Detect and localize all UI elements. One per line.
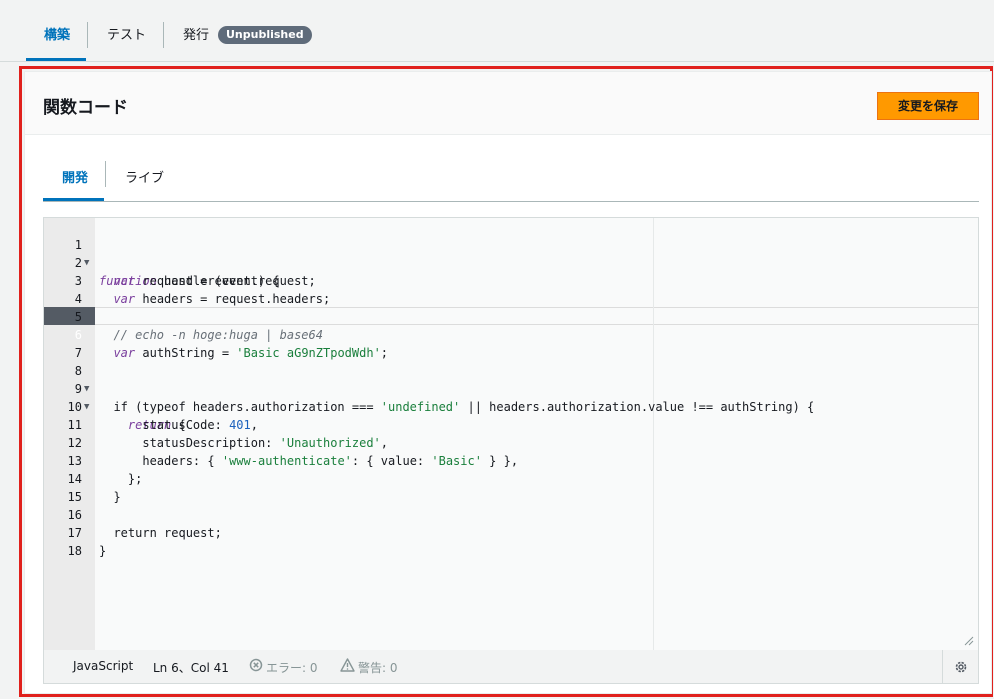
resize-grip-icon[interactable] [964, 636, 974, 646]
code-tab-bar: 開発 ライブ [43, 156, 979, 202]
code-line: 11 statusDescription: 'Unauthorized', [44, 398, 978, 450]
error-icon [249, 658, 263, 675]
tab-development[interactable]: 開発 [62, 167, 88, 186]
code-line-active: 6 var authString = 'Basic aG9nZTpodWdh'; [44, 308, 978, 360]
panel-title: 関数コード [43, 98, 128, 118]
code-editor[interactable]: 1 ▼ function handler(event) { 2 var requ… [43, 217, 979, 651]
function-code-panel: 関数コード 変更を保存 開発 ライブ 1 ▼ function handler(… [24, 71, 992, 694]
tab-build[interactable]: 構築 [44, 24, 70, 43]
tab-build-underline [26, 58, 86, 61]
tab-publish[interactable]: 発行 [183, 24, 209, 43]
code-line: 17 } [44, 506, 978, 558]
language-indicator: JavaScript [73, 659, 134, 673]
code-line: 9 ▼ return { [44, 362, 978, 432]
warning-icon [340, 658, 355, 675]
code-line: 8 ▼ if (typeof headers.authorization ===… [44, 344, 978, 414]
code-line: 2 var request = event.request; [44, 236, 978, 288]
gear-icon [955, 661, 967, 673]
code-line: 3 var headers = request.headers; [44, 254, 978, 306]
code-line: 18 [44, 524, 978, 558]
code-segment: } [99, 544, 107, 558]
code-line: 16 return request; [44, 488, 978, 540]
code-line: 1 ▼ function handler(event) { [44, 218, 978, 288]
line-number: 18 [67, 544, 82, 558]
code-line: 14 } [44, 452, 978, 504]
code-line: 13 }; [44, 434, 978, 486]
code-line: 4 [44, 272, 978, 306]
code-line: 7 [44, 326, 978, 360]
code-line: 15 [44, 470, 978, 504]
save-changes-button[interactable]: 変更を保存 [877, 92, 979, 120]
tab-live[interactable]: ライブ [125, 167, 164, 186]
tab-separator [87, 22, 88, 48]
cursor-position: Ln 6、Col 41 [153, 661, 229, 675]
tab-separator [105, 161, 106, 187]
code-line: 10 statusCode: 401, [44, 380, 978, 432]
tab-separator [163, 22, 164, 48]
error-count[interactable]: エラー: 0 [266, 659, 318, 676]
code-line: 5 // echo -n hoge:huga | base64 [44, 290, 978, 342]
top-tab-bar: 構築 テスト 発行 Unpublished [0, 0, 994, 62]
panel-header: 関数コード 変更を保存 [25, 72, 991, 135]
code-text: } [99, 542, 106, 560]
tab-test[interactable]: テスト [107, 24, 146, 43]
editor-status-bar: JavaScript Ln 6、Col 41 エラー: 0 警告: 0 [43, 650, 979, 684]
editor-settings-button[interactable] [942, 650, 978, 683]
unpublished-badge: Unpublished [218, 26, 312, 44]
code-line: 12 headers: { 'www-authenticate': { valu… [44, 416, 978, 468]
tab-development-underline [43, 198, 104, 201]
warning-count[interactable]: 警告: 0 [358, 659, 398, 676]
